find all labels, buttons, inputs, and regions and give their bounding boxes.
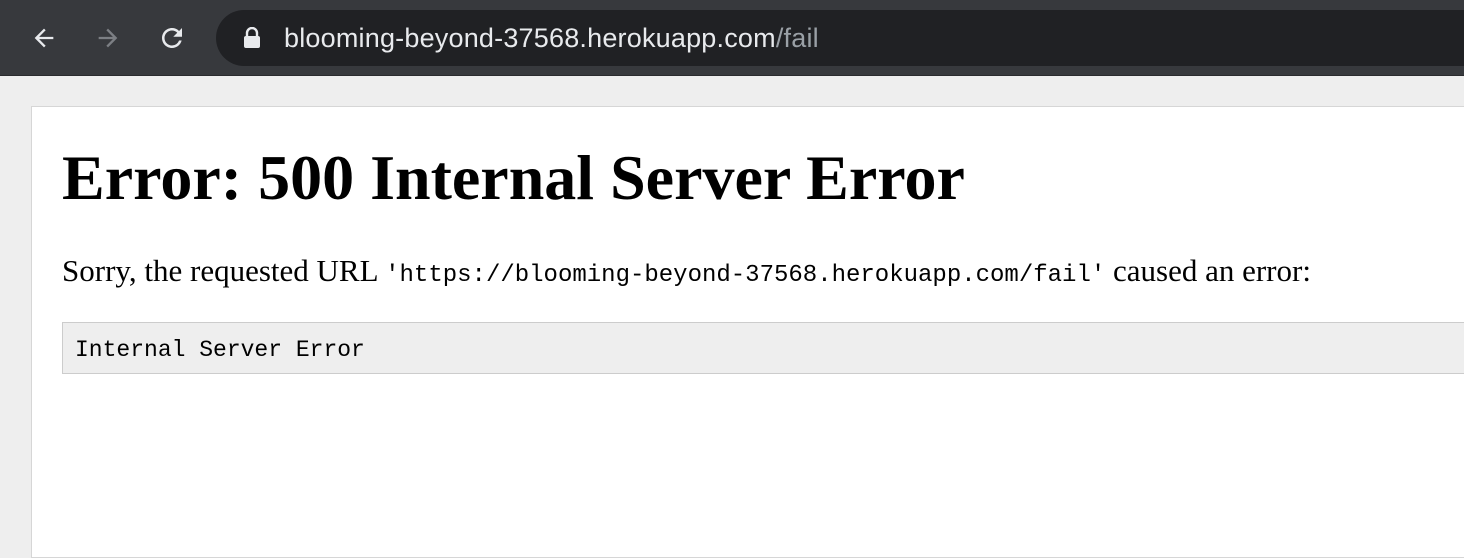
message-prefix: Sorry, the requested URL bbox=[62, 253, 378, 288]
arrow-right-icon bbox=[98, 28, 118, 48]
page-content: Error: 500 Internal Server Error Sorry, … bbox=[31, 106, 1464, 558]
message-suffix: caused an error: bbox=[1113, 253, 1311, 288]
url-path: /fail bbox=[775, 22, 819, 53]
error-heading: Error: 500 Internal Server Error bbox=[62, 142, 965, 213]
url-host: blooming-beyond-37568.herokuapp.com bbox=[284, 22, 776, 53]
address-bar[interactable]: blooming-beyond-37568.herokuapp.com/fail bbox=[216, 10, 1464, 66]
arrow-left-icon bbox=[34, 28, 54, 48]
error-detail: Internal Server Error bbox=[62, 322, 1464, 374]
forward-button[interactable] bbox=[88, 18, 128, 58]
reload-button[interactable] bbox=[152, 18, 192, 58]
error-message: Sorry, the requested URL 'https://bloomi… bbox=[62, 253, 1311, 289]
lock-icon bbox=[242, 26, 262, 50]
url-text[interactable]: blooming-beyond-37568.herokuapp.com/fail bbox=[284, 23, 819, 54]
requested-url: 'https://blooming-beyond-37568.herokuapp… bbox=[385, 262, 1106, 289]
reload-icon bbox=[162, 28, 182, 48]
back-button[interactable] bbox=[24, 18, 64, 58]
browser-toolbar: blooming-beyond-37568.herokuapp.com/fail bbox=[0, 0, 1464, 76]
